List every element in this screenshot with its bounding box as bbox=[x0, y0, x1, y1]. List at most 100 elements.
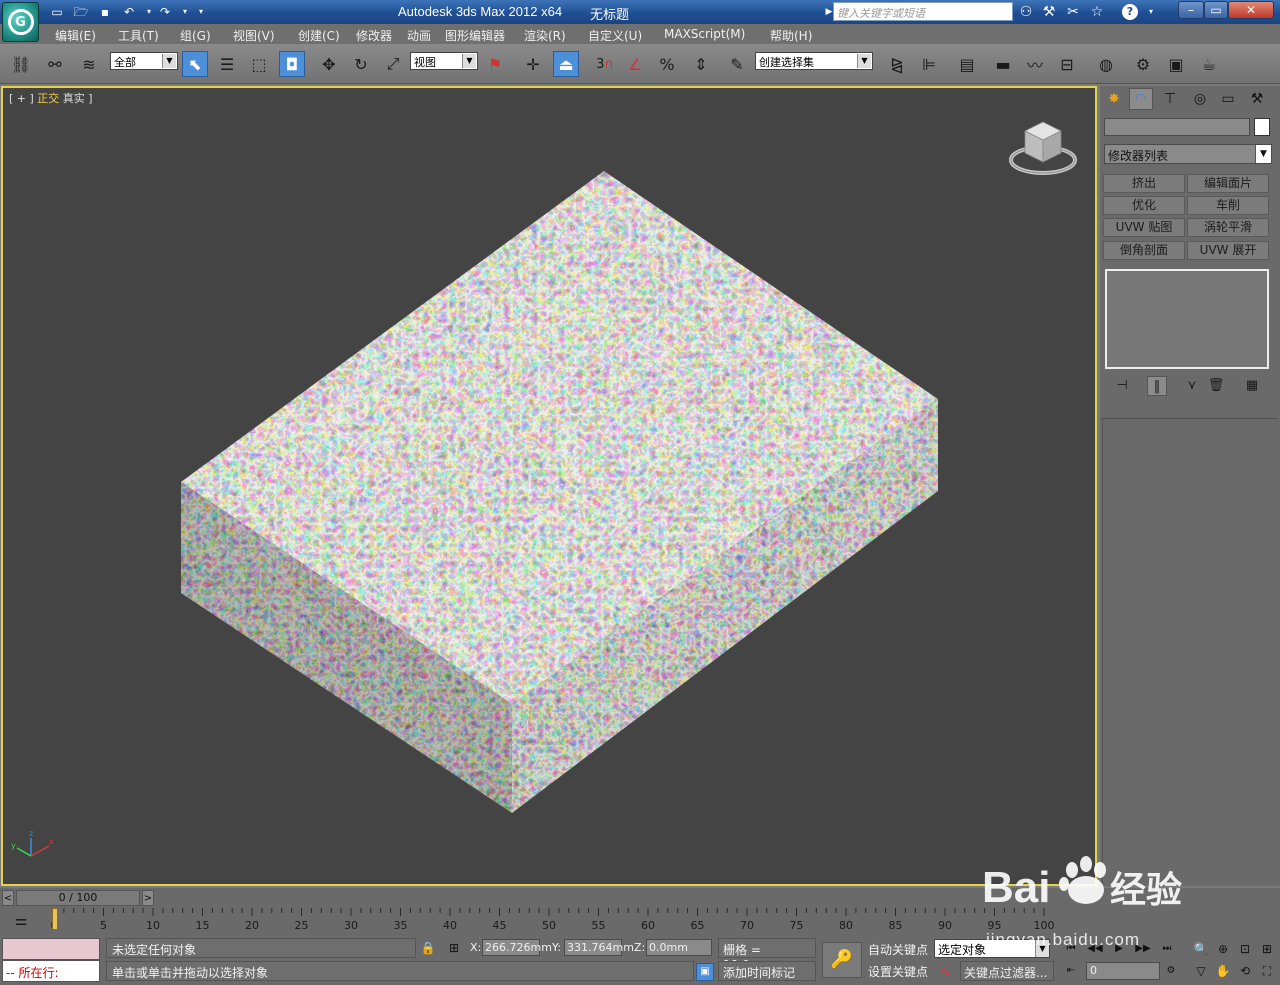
reference-coord-dropdown[interactable]: 视图 ▼ bbox=[410, 52, 478, 70]
zoom-icon[interactable]: 🔍 bbox=[1192, 940, 1210, 958]
named-selection-dropdown[interactable]: 创建选择集 ▼ bbox=[755, 52, 873, 70]
save-icon[interactable]: ▪ bbox=[96, 3, 114, 21]
set-key-button[interactable]: 设置关键点 bbox=[866, 961, 930, 981]
select-and-link-icon[interactable]: ⛓ bbox=[8, 51, 34, 77]
time-slider[interactable]: < 0 / 100 > bbox=[0, 888, 1280, 908]
zoom-extents-icon[interactable]: ⊡ bbox=[1236, 940, 1254, 958]
mirror-icon[interactable]: ⧎ bbox=[884, 51, 910, 77]
modifier-extrude-button[interactable]: 挤出 bbox=[1103, 174, 1185, 193]
select-and-manipulate-icon[interactable]: ✛ bbox=[520, 51, 546, 77]
modifier-stack[interactable] bbox=[1105, 269, 1269, 369]
percent-snap-icon[interactable]: % bbox=[654, 51, 680, 77]
material-editor-icon[interactable]: ◍ bbox=[1093, 51, 1119, 77]
zoom-extents-all-icon[interactable]: ⊞ bbox=[1258, 940, 1276, 958]
modifier-turbosmooth-button[interactable]: 涡轮平滑 bbox=[1187, 218, 1269, 237]
menu-edit[interactable]: 编辑(E) bbox=[55, 27, 96, 44]
goto-end-icon[interactable]: ⏭ bbox=[1158, 940, 1176, 958]
quick-access-menu-icon[interactable]: ▾ bbox=[192, 3, 210, 21]
menu-animation[interactable]: 动画 bbox=[407, 27, 431, 44]
open-file-icon[interactable]: 🗁 bbox=[72, 3, 90, 21]
redo-icon[interactable]: ↷ bbox=[156, 3, 174, 21]
menu-views[interactable]: 视图(V) bbox=[233, 27, 275, 44]
spinner-snap-icon[interactable]: ⇕ bbox=[688, 51, 714, 77]
set-key-icon[interactable]: 🔑 bbox=[822, 942, 862, 978]
key-filters-button[interactable]: 关键点过滤器... bbox=[960, 961, 1054, 981]
menu-rendering[interactable]: 渲染(R) bbox=[524, 27, 566, 44]
key-mode-toggle-icon[interactable]: ⇤ bbox=[1062, 962, 1080, 980]
object-name-field[interactable] bbox=[1104, 118, 1250, 136]
render-production-icon[interactable]: ☕ bbox=[1196, 51, 1222, 77]
configure-modifier-sets-icon[interactable]: ▦ bbox=[1242, 376, 1262, 396]
rendered-frame-window-icon[interactable]: ▣ bbox=[1163, 51, 1189, 77]
maximize-viewport-icon[interactable]: ⛶ bbox=[1258, 962, 1276, 980]
modifier-list-dropdown[interactable]: 修改器列表 ▼ bbox=[1104, 144, 1272, 164]
remove-modifier-icon[interactable]: 🗑 bbox=[1206, 376, 1226, 396]
motion-tab-icon[interactable]: ◎ bbox=[1188, 88, 1212, 110]
modify-tab-icon[interactable]: ◠ bbox=[1129, 88, 1153, 110]
pivot-center-icon[interactable]: ⚑ bbox=[482, 51, 508, 77]
menu-graph-editors[interactable]: 图形编辑器 bbox=[445, 27, 505, 44]
schematic-view-icon[interactable]: ⊟ bbox=[1054, 51, 1080, 77]
menu-modifiers[interactable]: 修改器 bbox=[356, 27, 392, 44]
help-dropdown-icon[interactable]: ▾ bbox=[1142, 3, 1160, 21]
help-icon[interactable]: ? bbox=[1122, 4, 1138, 20]
zoom-all-icon[interactable]: ⊕ bbox=[1214, 940, 1232, 958]
modifier-uvw-map-button[interactable]: UVW 贴图 bbox=[1103, 218, 1185, 237]
edit-named-selection-icon[interactable]: ✎ bbox=[724, 51, 750, 77]
modifier-optimize-button[interactable]: 优化 bbox=[1103, 196, 1185, 215]
key-curve-icon[interactable]: ∿ bbox=[936, 963, 956, 981]
pin-stack-icon[interactable]: ⊣ bbox=[1112, 376, 1132, 396]
curve-editor-icon[interactable]: 〰 bbox=[1022, 51, 1048, 77]
menu-help[interactable]: 帮助(H) bbox=[770, 27, 812, 44]
window-crossing-icon[interactable]: ◘ bbox=[279, 51, 305, 77]
undo-icon[interactable]: ↶ bbox=[120, 3, 138, 21]
minimize-button[interactable]: – bbox=[1178, 1, 1204, 19]
maxscript-mini-listener[interactable]: -- 所在行: bbox=[2, 960, 100, 982]
auto-key-button[interactable]: 自动关键点 bbox=[866, 939, 930, 959]
layer-manager-icon[interactable]: ▤ bbox=[954, 51, 980, 77]
communication-center-icon[interactable]: ✂ bbox=[1064, 3, 1082, 21]
binoculars-icon[interactable]: ⚇ bbox=[1017, 3, 1035, 21]
object-color-swatch[interactable] bbox=[1254, 118, 1270, 136]
y-coordinate-field[interactable]: 331.764mm bbox=[564, 939, 634, 956]
pan-view-icon[interactable]: ✋ bbox=[1214, 962, 1232, 980]
subscription-icon[interactable]: ⚒ bbox=[1040, 3, 1058, 21]
viewcube[interactable] bbox=[1007, 118, 1079, 178]
rotate-icon[interactable]: ↻ bbox=[348, 51, 374, 77]
absolute-mode-icon[interactable]: ⊞ bbox=[446, 940, 462, 956]
new-file-icon[interactable]: ▭ bbox=[48, 3, 66, 21]
maxscript-listener-input[interactable] bbox=[2, 938, 100, 960]
make-unique-icon[interactable]: ⋎ bbox=[1182, 376, 1202, 396]
show-end-result-icon[interactable]: ‖ bbox=[1147, 376, 1167, 396]
create-tab-icon[interactable]: ✸ bbox=[1102, 88, 1126, 110]
favorites-icon[interactable]: ☆ bbox=[1088, 3, 1106, 21]
menu-customize[interactable]: 自定义(U) bbox=[588, 27, 642, 44]
x-coordinate-field[interactable]: 266.726mm bbox=[482, 939, 552, 956]
utilities-tab-icon[interactable]: ⚒ bbox=[1245, 88, 1269, 110]
angle-snap-icon[interactable]: ∠ bbox=[622, 51, 648, 77]
scale-icon[interactable]: ⤢ bbox=[380, 51, 406, 77]
close-button[interactable]: ✕ bbox=[1228, 1, 1274, 19]
application-menu-button[interactable]: G bbox=[2, 2, 39, 42]
field-of-view-icon[interactable]: ▽ bbox=[1192, 962, 1210, 980]
modifier-unwrap-uvw-button[interactable]: UVW 展开 bbox=[1187, 241, 1269, 260]
time-tag-icon[interactable]: ▣ bbox=[696, 963, 714, 981]
menu-tools[interactable]: 工具(T) bbox=[118, 27, 159, 44]
align-icon[interactable]: ⊫ bbox=[916, 51, 942, 77]
render-setup-icon[interactable]: ⚙ bbox=[1130, 51, 1156, 77]
select-object-icon[interactable]: ⬉ bbox=[182, 51, 208, 77]
menu-group[interactable]: 组(G) bbox=[180, 27, 211, 44]
selection-filter-dropdown[interactable]: 全部 ▼ bbox=[110, 52, 178, 70]
graphite-modeling-icon[interactable]: ▬ bbox=[990, 51, 1016, 77]
menu-maxscript[interactable]: MAXScript(M) bbox=[664, 27, 745, 41]
perspective-viewport[interactable]: [ + ] 正交 真实 ] z x y bbox=[1, 86, 1097, 886]
current-frame-field[interactable]: 0 bbox=[1086, 962, 1160, 980]
time-slider-thumb[interactable]: 0 / 100 bbox=[16, 890, 140, 906]
bind-to-space-warp-icon[interactable]: ≋ bbox=[76, 51, 102, 77]
time-configuration-icon[interactable]: ⚙ bbox=[1162, 962, 1180, 980]
time-cursor[interactable] bbox=[52, 908, 58, 930]
modifier-lathe-button[interactable]: 车削 bbox=[1187, 196, 1269, 215]
time-slider-next-button[interactable]: > bbox=[142, 890, 154, 906]
hierarchy-tab-icon[interactable]: ⊤ bbox=[1158, 88, 1182, 110]
rectangular-selection-icon[interactable]: ⬚ bbox=[246, 51, 272, 77]
